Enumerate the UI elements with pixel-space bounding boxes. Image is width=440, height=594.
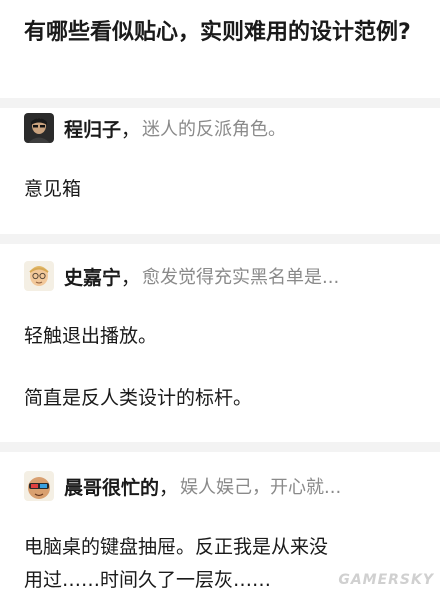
- question-title[interactable]: 有哪些看似贴心，实则难用的设计范例?: [24, 14, 414, 52]
- answer-paragraph[interactable]: 轻触退出播放。: [24, 321, 157, 348]
- avatar[interactable]: [24, 261, 54, 291]
- author-bio: 迷人的反派角色。: [142, 119, 287, 140]
- avatar-photo: [24, 113, 54, 143]
- answer-author-row[interactable]: 程归子 ， 迷人的反派角色。: [24, 112, 286, 144]
- author-separator: ，: [121, 266, 141, 289]
- watermark: GAMERSKY: [338, 572, 434, 588]
- author-bio: 娱人娱己，开心就...: [180, 477, 342, 498]
- author-name[interactable]: 程归子: [64, 115, 121, 142]
- author-name[interactable]: 史嘉宁: [64, 263, 121, 290]
- section-divider: [0, 98, 440, 108]
- answer-paragraph[interactable]: 用过……时间久了一层灰……: [24, 565, 271, 592]
- author-separator: ，: [121, 118, 141, 141]
- answer-paragraph[interactable]: 意见箱: [24, 174, 81, 201]
- answer-paragraph[interactable]: 电脑桌的键盘抽屉。反正我是从来没: [24, 532, 328, 559]
- author-bio: 愈发觉得充实黑名单是...: [142, 267, 340, 288]
- author-name[interactable]: 晨哥很忙的: [64, 473, 159, 500]
- avatar-cartoon: [24, 261, 54, 291]
- avatar[interactable]: [24, 113, 54, 143]
- section-divider: [0, 234, 440, 244]
- answer-author-row[interactable]: 史嘉宁 ， 愈发觉得充实黑名单是...: [24, 260, 339, 292]
- answer-author-row[interactable]: 晨哥很忙的 ， 娱人娱己，开心就...: [24, 470, 341, 502]
- avatar-cartoon: [24, 471, 54, 501]
- author-separator: ，: [159, 476, 179, 499]
- section-divider: [0, 442, 440, 452]
- answer-paragraph[interactable]: 简直是反人类设计的标杆。: [24, 383, 252, 410]
- avatar[interactable]: [24, 471, 54, 501]
